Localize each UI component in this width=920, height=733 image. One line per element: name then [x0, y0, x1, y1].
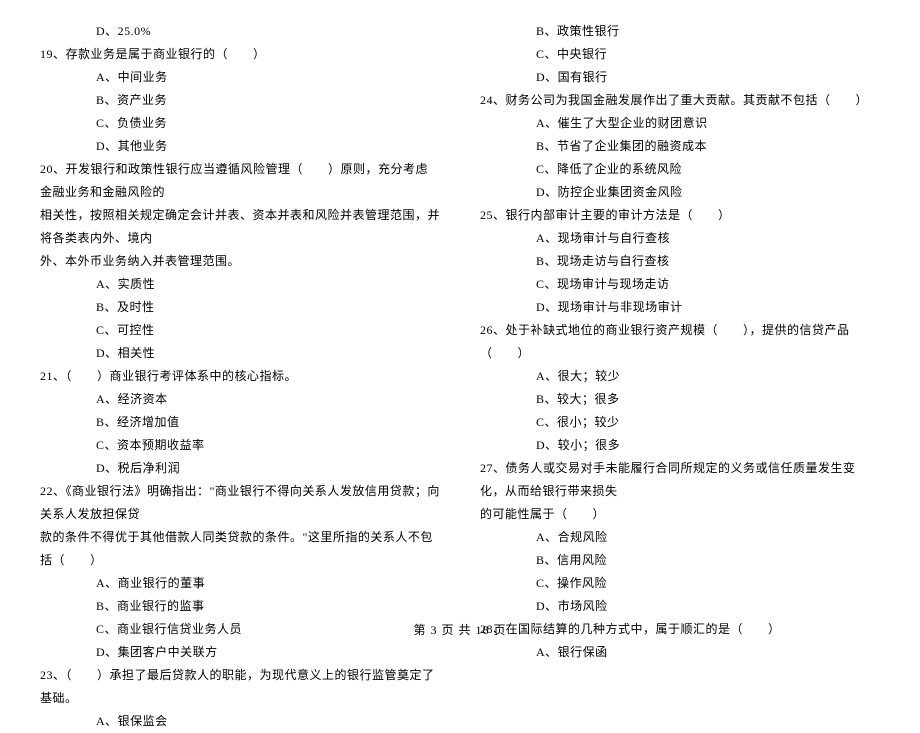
q20-stem-line1: 20、开发银行和政策性银行应当遵循风险管理（ ）原则，充分考虑金融业务和金融风险… — [40, 158, 440, 204]
q24-option-d: D、防控企业集团资金风险 — [480, 181, 880, 204]
q24-stem: 24、财务公司为我国金融发展作出了重大贡献。其贡献不包括（ ） — [480, 89, 880, 112]
q19-stem: 19、存款业务是属于商业银行的（ ） — [40, 43, 440, 66]
q27-option-d: D、市场风险 — [480, 595, 880, 618]
q24-option-c: C、降低了企业的系统风险 — [480, 158, 880, 181]
q19-option-b: B、资产业务 — [40, 89, 440, 112]
page-content: D、25.0% 19、存款业务是属于商业银行的（ ） A、中间业务 B、资产业务… — [0, 0, 920, 620]
q20-option-b: B、及时性 — [40, 296, 440, 319]
q26-option-a: A、很大；较少 — [480, 365, 880, 388]
q19-option-d: D、其他业务 — [40, 135, 440, 158]
q25-option-c: C、现场审计与现场走访 — [480, 273, 880, 296]
q27-stem-line1: 27、债务人或交易对手未能履行合同所规定的义务或信任质量发生变化，从而给银行带来… — [480, 457, 880, 503]
q22-option-b: B、商业银行的监事 — [40, 595, 440, 618]
q21-option-b: B、经济增加值 — [40, 411, 440, 434]
q28-option-a: A、银行保函 — [480, 641, 880, 664]
q26-stem: 26、处于补缺式地位的商业银行资产规模（ ），提供的信贷产品（ ） — [480, 319, 880, 365]
q23-option-c: C、中央银行 — [480, 43, 880, 66]
q21-option-d: D、税后净利润 — [40, 457, 440, 480]
q20-stem-line3: 外、本外币业务纳入并表管理范围。 — [40, 250, 440, 273]
q19-option-c: C、负债业务 — [40, 112, 440, 135]
q25-option-d: D、现场审计与非现场审计 — [480, 296, 880, 319]
q26-option-b: B、较大；很多 — [480, 388, 880, 411]
q26-option-c: C、很小；较少 — [480, 411, 880, 434]
q25-option-b: B、现场走访与自行查核 — [480, 250, 880, 273]
q22-stem-line1: 22、《商业银行法》明确指出："商业银行不得向关系人发放信用贷款；向关系人发放担… — [40, 480, 440, 526]
q23-option-d: D、国有银行 — [480, 66, 880, 89]
q22-stem-line2: 款的条件不得优于其他借款人同类贷款的条件。"这里所指的关系人不包括（ ） — [40, 526, 440, 572]
q18-option-d: D、25.0% — [40, 20, 440, 43]
left-column: D、25.0% 19、存款业务是属于商业银行的（ ） A、中间业务 B、资产业务… — [40, 20, 440, 620]
q25-option-a: A、现场审计与自行查核 — [480, 227, 880, 250]
q20-stem-line2: 相关性，按照相关规定确定会计并表、资本并表和风险并表管理范围，并将各类表内外、境… — [40, 204, 440, 250]
q23-option-b: B、政策性银行 — [480, 20, 880, 43]
page-footer: 第 3 页 共 18 页 — [0, 621, 920, 638]
q27-stem-line2: 的可能性属于（ ） — [480, 503, 880, 526]
q24-option-a: A、催生了大型企业的财团意识 — [480, 112, 880, 135]
q22-option-d: D、集团客户中关联方 — [40, 641, 440, 664]
q19-option-a: A、中间业务 — [40, 66, 440, 89]
q27-option-b: B、信用风险 — [480, 549, 880, 572]
q27-option-a: A、合规风险 — [480, 526, 880, 549]
q24-option-b: B、节省了企业集团的融资成本 — [480, 135, 880, 158]
q22-option-a: A、商业银行的董事 — [40, 572, 440, 595]
q21-option-c: C、资本预期收益率 — [40, 434, 440, 457]
q26-option-d: D、较小；很多 — [480, 434, 880, 457]
q27-option-c: C、操作风险 — [480, 572, 880, 595]
q20-option-c: C、可控性 — [40, 319, 440, 342]
right-column: B、政策性银行 C、中央银行 D、国有银行 24、财务公司为我国金融发展作出了重… — [480, 20, 880, 620]
q20-option-a: A、实质性 — [40, 273, 440, 296]
q23-option-a: A、银保监会 — [40, 710, 440, 733]
q20-option-d: D、相关性 — [40, 342, 440, 365]
q21-stem: 21、（ ）商业银行考评体系中的核心指标。 — [40, 365, 440, 388]
q21-option-a: A、经济资本 — [40, 388, 440, 411]
q25-stem: 25、银行内部审计主要的审计方法是（ ） — [480, 204, 880, 227]
q23-stem: 23、（ ）承担了最后贷款人的职能，为现代意义上的银行监管奠定了基础。 — [40, 664, 440, 710]
